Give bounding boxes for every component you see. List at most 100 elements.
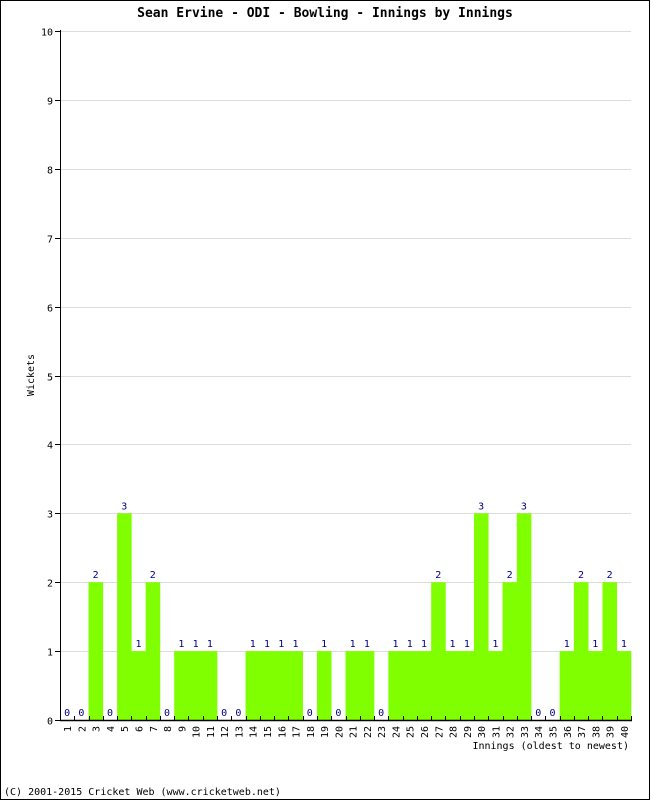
bar — [559, 651, 575, 720]
x-tick-label: 39 — [606, 726, 617, 738]
x-tick-label: 29 — [463, 726, 474, 738]
bar — [145, 582, 161, 720]
x-tick-label: 9 — [177, 726, 188, 732]
bar — [402, 651, 418, 720]
y-tick-label: 2 — [47, 579, 53, 590]
data-label: 2 — [150, 570, 156, 581]
bar — [445, 651, 460, 720]
x-tick-label: 4 — [106, 726, 117, 732]
y-tick-label: 7 — [47, 235, 53, 246]
bar — [202, 651, 218, 720]
data-label: 1 — [250, 639, 256, 650]
data-label: 1 — [464, 639, 470, 650]
bar — [245, 651, 261, 720]
bar — [131, 651, 146, 720]
x-tick-label: 27 — [434, 726, 445, 738]
data-label: 1 — [450, 639, 456, 650]
x-tick-label: 40 — [620, 726, 631, 738]
x-tick-label: 35 — [548, 726, 559, 738]
data-label: 3 — [121, 501, 127, 512]
x-tick-label: 5 — [120, 726, 131, 732]
y-tick-label: 5 — [47, 373, 53, 384]
x-tick-label: 12 — [220, 726, 231, 738]
bar — [288, 651, 303, 720]
x-tick-label: 26 — [420, 726, 431, 738]
x-tick-label: 37 — [577, 726, 588, 738]
data-label: 0 — [235, 708, 241, 719]
x-tick-label: 28 — [449, 726, 460, 738]
data-label: 2 — [435, 570, 441, 581]
x-tick-label: 20 — [334, 726, 345, 738]
x-tick-label: 23 — [377, 726, 388, 738]
x-tick-label: 10 — [192, 726, 203, 738]
data-label: 1 — [364, 639, 370, 650]
data-label: 1 — [293, 639, 299, 650]
x-tick-label: 1 — [63, 726, 74, 732]
y-tick-label: 6 — [47, 304, 53, 315]
data-label: 1 — [264, 639, 270, 650]
x-tick-label: 38 — [591, 726, 602, 738]
data-label: 0 — [549, 708, 555, 719]
data-label: 0 — [64, 708, 70, 719]
data-label: 2 — [507, 570, 513, 581]
data-label: 1 — [321, 639, 327, 650]
data-label: 1 — [407, 639, 413, 650]
bar — [588, 651, 603, 720]
x-tick-label: 24 — [391, 726, 402, 738]
bar — [259, 651, 275, 720]
data-label: 1 — [193, 639, 199, 650]
bar — [388, 651, 403, 720]
data-label: 0 — [221, 708, 227, 719]
data-label: 0 — [378, 708, 384, 719]
bar — [502, 582, 518, 720]
x-tick-label: 17 — [292, 726, 303, 738]
bar — [117, 513, 132, 720]
data-label: 1 — [421, 639, 427, 650]
bar — [602, 582, 618, 720]
x-tick-label: 14 — [249, 726, 260, 738]
data-label: 1 — [392, 639, 398, 650]
data-label: 0 — [307, 708, 313, 719]
bar — [345, 651, 361, 720]
copyright-footer: (C) 2001-2015 Cricket Web (www.cricketwe… — [4, 787, 281, 798]
x-tick-label: 25 — [406, 726, 417, 738]
data-label: 1 — [278, 639, 284, 650]
data-label: 1 — [621, 639, 627, 650]
data-label: 1 — [135, 639, 141, 650]
x-tick-label: 6 — [135, 726, 146, 732]
bar — [473, 513, 489, 720]
x-axis-label: Innings (oldest to newest) — [472, 741, 629, 752]
bar — [488, 651, 503, 720]
bar — [274, 651, 289, 720]
x-tick-label: 33 — [520, 726, 531, 738]
x-tick-label: 8 — [163, 726, 174, 732]
data-label: 3 — [478, 501, 484, 512]
x-tick-label: 16 — [277, 726, 288, 738]
x-tick-label: 7 — [149, 726, 160, 732]
y-axis-label: Wickets — [26, 354, 37, 396]
bar — [616, 651, 632, 720]
x-tick-label: 32 — [506, 726, 517, 738]
x-tick-label: 36 — [563, 726, 574, 738]
y-tick-label: 3 — [47, 510, 53, 521]
y-tick-label: 4 — [47, 441, 53, 452]
x-tick-label: 11 — [206, 726, 217, 738]
x-tick-label: 2 — [77, 726, 88, 732]
data-label: 0 — [164, 708, 170, 719]
bars — [88, 513, 632, 720]
bar — [88, 582, 104, 720]
x-tick-labels: 1 2 3 4 5 6 7 8 9 10 11 12 13 14 15 16 17 18 19 20 21 22 23 24 2… — [63, 726, 631, 738]
bar — [516, 513, 532, 720]
x-tick-label: 19 — [320, 726, 331, 738]
chart-title: Sean Ervine - ODI - Bowling - Innings by… — [137, 6, 513, 21]
data-label: 0 — [335, 708, 341, 719]
x-tick-label: 15 — [263, 726, 274, 738]
y-tick-labels: 0 1 2 3 4 5 6 7 8 9 10 — [41, 28, 53, 728]
data-label: 1 — [592, 639, 598, 650]
bar — [188, 651, 204, 720]
y-tick-label: 1 — [47, 648, 53, 659]
x-tick-label: 21 — [349, 726, 360, 738]
bar — [459, 651, 475, 720]
x-tick-label: 13 — [234, 726, 245, 738]
y-tick-label: 8 — [47, 166, 53, 177]
